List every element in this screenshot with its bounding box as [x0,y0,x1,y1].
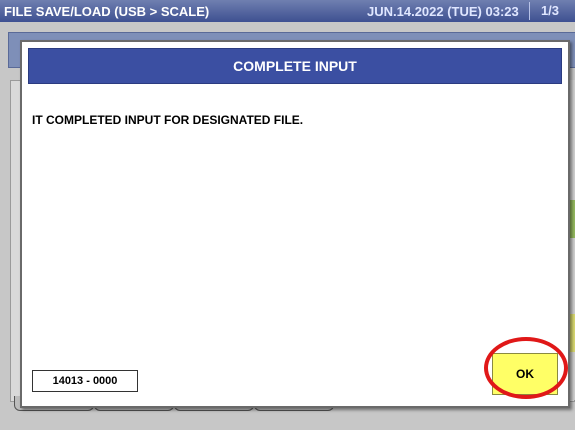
screen-title: FILE SAVE/LOAD (USB > SCALE) [4,4,210,19]
page-indicator: 1/3 [529,2,570,20]
status-bar: FILE SAVE/LOAD (USB > SCALE) JUN.14.2022… [0,0,575,22]
ok-button[interactable]: OK [492,353,558,395]
dialog-message: IT COMPLETED INPUT FOR DESIGNATED FILE. [32,113,304,127]
dialog-title: COMPLETE INPUT [28,48,562,84]
message-code: 14013 - 0000 [32,370,138,392]
date-time: JUN.14.2022 (TUE) 03:23 [367,4,519,19]
complete-input-dialog: COMPLETE INPUT IT COMPLETED INPUT FOR DE… [20,40,570,408]
